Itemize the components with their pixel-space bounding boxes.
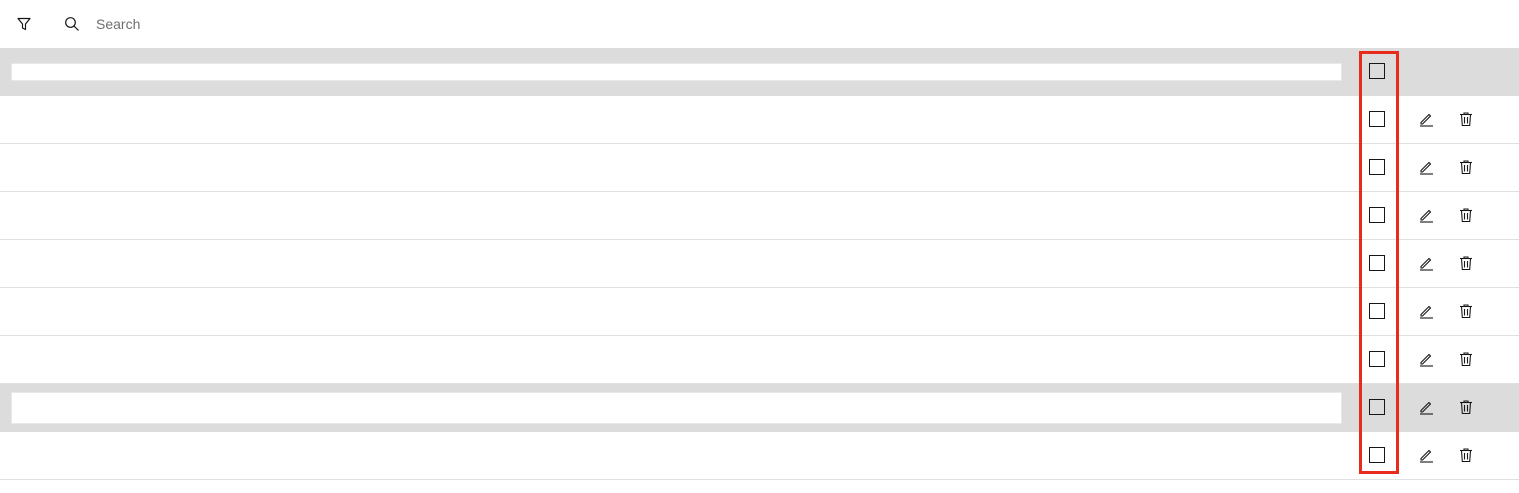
trash-icon	[1460, 304, 1472, 319]
delete-button[interactable]	[1457, 350, 1475, 368]
row-checkbox[interactable]	[1369, 159, 1385, 175]
table-row	[0, 192, 1519, 240]
edit-button[interactable]	[1417, 158, 1435, 176]
edit-icon	[1420, 257, 1433, 271]
delete-button[interactable]	[1457, 206, 1475, 224]
trash-icon	[1460, 400, 1472, 415]
table-row	[0, 288, 1519, 336]
edit-icon	[1420, 161, 1433, 175]
table-row	[0, 432, 1519, 480]
table-header-row	[0, 48, 1519, 96]
edit-icon	[1420, 449, 1433, 463]
row-checkbox[interactable]	[1369, 447, 1385, 463]
header-text-input[interactable]	[11, 63, 1342, 81]
search-icon	[56, 8, 88, 40]
edit-button[interactable]	[1417, 110, 1435, 128]
table-row	[0, 144, 1519, 192]
delete-button[interactable]	[1457, 254, 1475, 272]
delete-button[interactable]	[1457, 398, 1475, 416]
edit-button[interactable]	[1417, 446, 1435, 464]
delete-button[interactable]	[1457, 110, 1475, 128]
edit-icon	[1420, 113, 1433, 127]
row-checkbox[interactable]	[1369, 351, 1385, 367]
edit-icon	[1420, 209, 1433, 223]
table-row	[0, 240, 1519, 288]
delete-button[interactable]	[1457, 446, 1475, 464]
search-input[interactable]	[96, 8, 436, 40]
row-text-input[interactable]	[11, 392, 1342, 424]
row-checkbox[interactable]	[1369, 207, 1385, 223]
search-box	[56, 8, 456, 40]
delete-button[interactable]	[1457, 158, 1475, 176]
filter-icon	[17, 17, 31, 31]
delete-button[interactable]	[1457, 302, 1475, 320]
trash-icon	[1460, 208, 1472, 223]
table-row	[0, 96, 1519, 144]
row-checkbox[interactable]	[1369, 111, 1385, 127]
edit-icon	[1420, 353, 1433, 367]
row-checkbox[interactable]	[1369, 399, 1385, 415]
trash-icon	[1460, 160, 1472, 175]
trash-icon	[1460, 448, 1472, 463]
trash-icon	[1460, 256, 1472, 271]
edit-icon	[1420, 305, 1433, 319]
row-checkbox[interactable]	[1369, 303, 1385, 319]
data-table	[0, 48, 1519, 480]
edit-button[interactable]	[1417, 350, 1435, 368]
select-all-checkbox[interactable]	[1369, 63, 1385, 79]
trash-icon	[1460, 112, 1472, 127]
edit-button[interactable]	[1417, 302, 1435, 320]
filter-button[interactable]	[12, 12, 36, 36]
table-row	[0, 336, 1519, 384]
edit-icon	[1420, 401, 1433, 415]
row-checkbox[interactable]	[1369, 255, 1385, 271]
table-row	[0, 384, 1519, 432]
trash-icon	[1460, 352, 1472, 367]
table-toolbar	[0, 0, 1519, 48]
edit-button[interactable]	[1417, 398, 1435, 416]
edit-button[interactable]	[1417, 206, 1435, 224]
edit-button[interactable]	[1417, 254, 1435, 272]
